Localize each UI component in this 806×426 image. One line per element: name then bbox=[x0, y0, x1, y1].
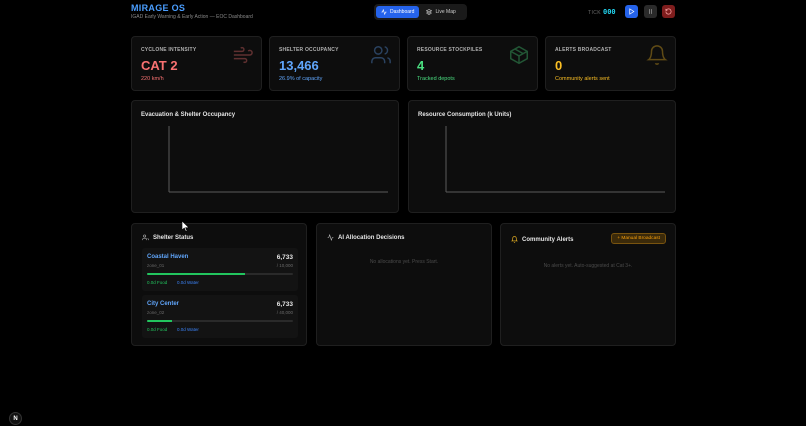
panel-header: Shelter Status bbox=[142, 234, 193, 241]
manual-broadcast-button[interactable]: + Manual Broadcast bbox=[611, 233, 666, 244]
empty-state: No allocations yet. Press Start. bbox=[369, 259, 439, 265]
tab-live-map[interactable]: Live Map bbox=[421, 6, 460, 18]
stat-value: 4 bbox=[417, 58, 425, 73]
shelter-card[interactable]: Coastal Haven zone_01 6,733 / 10,000 0.0… bbox=[142, 248, 298, 291]
food-days: 0.0d Food bbox=[147, 327, 168, 332]
stat-label: RESOURCE STOCKPILES bbox=[417, 47, 483, 53]
stat-value: 0 bbox=[555, 58, 563, 73]
stat-label: SHELTER OCCUPANCY bbox=[279, 47, 339, 53]
tab-live-map-label: Live Map bbox=[435, 9, 456, 15]
chart-title: Evacuation & Shelter Occupancy bbox=[141, 112, 236, 118]
stat-alerts-broadcast: ALERTS BROADCAST 0 Community alerts sent bbox=[545, 36, 676, 91]
water-days: 0.0d Water bbox=[177, 327, 199, 332]
shelter-name: Coastal Haven bbox=[147, 254, 189, 260]
brand: MIRAGE OS IGAD Early Warning & Early Act… bbox=[131, 3, 253, 20]
ai-allocation-panel: AI Allocation Decisions No allocations y… bbox=[316, 223, 492, 346]
tab-dashboard-label: Dashboard bbox=[390, 9, 415, 15]
top-header: MIRAGE OS IGAD Early Warning & Early Act… bbox=[0, 0, 806, 26]
stat-label: ALERTS BROADCAST bbox=[555, 47, 612, 53]
panel-title: Community Alerts bbox=[522, 236, 574, 243]
app-subtitle: IGAD Early Warning & Early Action — EOC … bbox=[131, 14, 253, 20]
shelter-zone: zone_01 bbox=[147, 263, 165, 268]
shelter-status-panel: Shelter Status Coastal Haven zone_01 6,7… bbox=[131, 223, 307, 346]
empty-state: No alerts yet. Auto-suggested at Cat 3+. bbox=[543, 263, 633, 269]
start-button[interactable] bbox=[625, 5, 638, 18]
occupancy-bar bbox=[147, 320, 293, 322]
occupancy-bar bbox=[147, 273, 293, 275]
framework-logo-icon[interactable]: N bbox=[9, 412, 22, 425]
play-icon bbox=[629, 8, 635, 15]
panel-header: AI Allocation Decisions bbox=[327, 234, 404, 241]
layers-icon bbox=[426, 9, 433, 15]
panel-header: Community Alerts bbox=[511, 236, 573, 243]
activity-icon bbox=[381, 9, 387, 15]
water-days: 0.0d Water bbox=[177, 280, 199, 285]
shelter-occupancy: 6,733 bbox=[276, 301, 293, 308]
shelter-name: City Center bbox=[147, 301, 180, 307]
stat-sub: Community alerts sent bbox=[555, 76, 610, 82]
bell-icon bbox=[511, 236, 518, 243]
shelter-card[interactable]: City Center zone_02 6,733 / 40,000 0.0d … bbox=[142, 295, 298, 338]
users-icon bbox=[371, 46, 391, 64]
stat-value: CAT 2 bbox=[141, 58, 178, 73]
resource-chart-card: Resource Consumption (k Units) bbox=[408, 100, 676, 213]
pause-icon bbox=[649, 9, 652, 14]
tab-dashboard[interactable]: Dashboard bbox=[376, 6, 420, 18]
view-switcher: Dashboard Live Map bbox=[374, 4, 467, 20]
reset-button[interactable] bbox=[662, 5, 675, 18]
activity-icon bbox=[327, 234, 334, 241]
stat-cyclone-intensity: CYCLONE INTENSITY CAT 2 220 km/h bbox=[131, 36, 262, 91]
package-icon bbox=[510, 45, 528, 65]
shelter-capacity: / 40,000 bbox=[276, 310, 293, 315]
stat-sub: Tracked depots bbox=[417, 76, 455, 82]
stat-value: 13,466 bbox=[279, 58, 319, 73]
mouse-cursor-icon bbox=[182, 221, 190, 232]
evacuation-chart-axes bbox=[168, 126, 388, 193]
reset-icon bbox=[665, 8, 672, 15]
food-days: 0.0d Food bbox=[147, 280, 168, 285]
stat-resource-stockpiles: RESOURCE STOCKPILES 4 Tracked depots bbox=[407, 36, 538, 91]
tick-counter: 000 bbox=[603, 8, 616, 16]
wind-icon bbox=[233, 46, 253, 64]
stat-sub: 26.9% of capacity bbox=[279, 76, 323, 82]
evacuation-chart-card: Evacuation & Shelter Occupancy bbox=[131, 100, 399, 213]
bell-icon bbox=[646, 45, 668, 65]
stat-sub: 220 km/h bbox=[141, 76, 164, 82]
users-icon bbox=[142, 234, 149, 241]
shelter-capacity: / 10,000 bbox=[276, 263, 293, 268]
occupancy-bar-fill bbox=[147, 273, 246, 275]
app-title: MIRAGE OS bbox=[131, 3, 186, 13]
community-alerts-panel: Community Alerts + Manual Broadcast No a… bbox=[500, 223, 676, 346]
chart-title: Resource Consumption (k Units) bbox=[418, 112, 512, 118]
stat-label: CYCLONE INTENSITY bbox=[141, 47, 197, 53]
panel-title: AI Allocation Decisions bbox=[338, 234, 405, 241]
stat-shelter-occupancy: SHELTER OCCUPANCY 13,466 26.9% of capaci… bbox=[269, 36, 400, 91]
panel-title: Shelter Status bbox=[153, 234, 194, 241]
occupancy-bar-fill bbox=[147, 320, 172, 322]
resource-chart-axes bbox=[445, 126, 665, 193]
shelter-zone: zone_02 bbox=[147, 310, 165, 315]
tick-label: TICK bbox=[588, 10, 601, 16]
pause-button[interactable] bbox=[644, 5, 657, 18]
shelter-occupancy: 6,733 bbox=[276, 254, 293, 261]
